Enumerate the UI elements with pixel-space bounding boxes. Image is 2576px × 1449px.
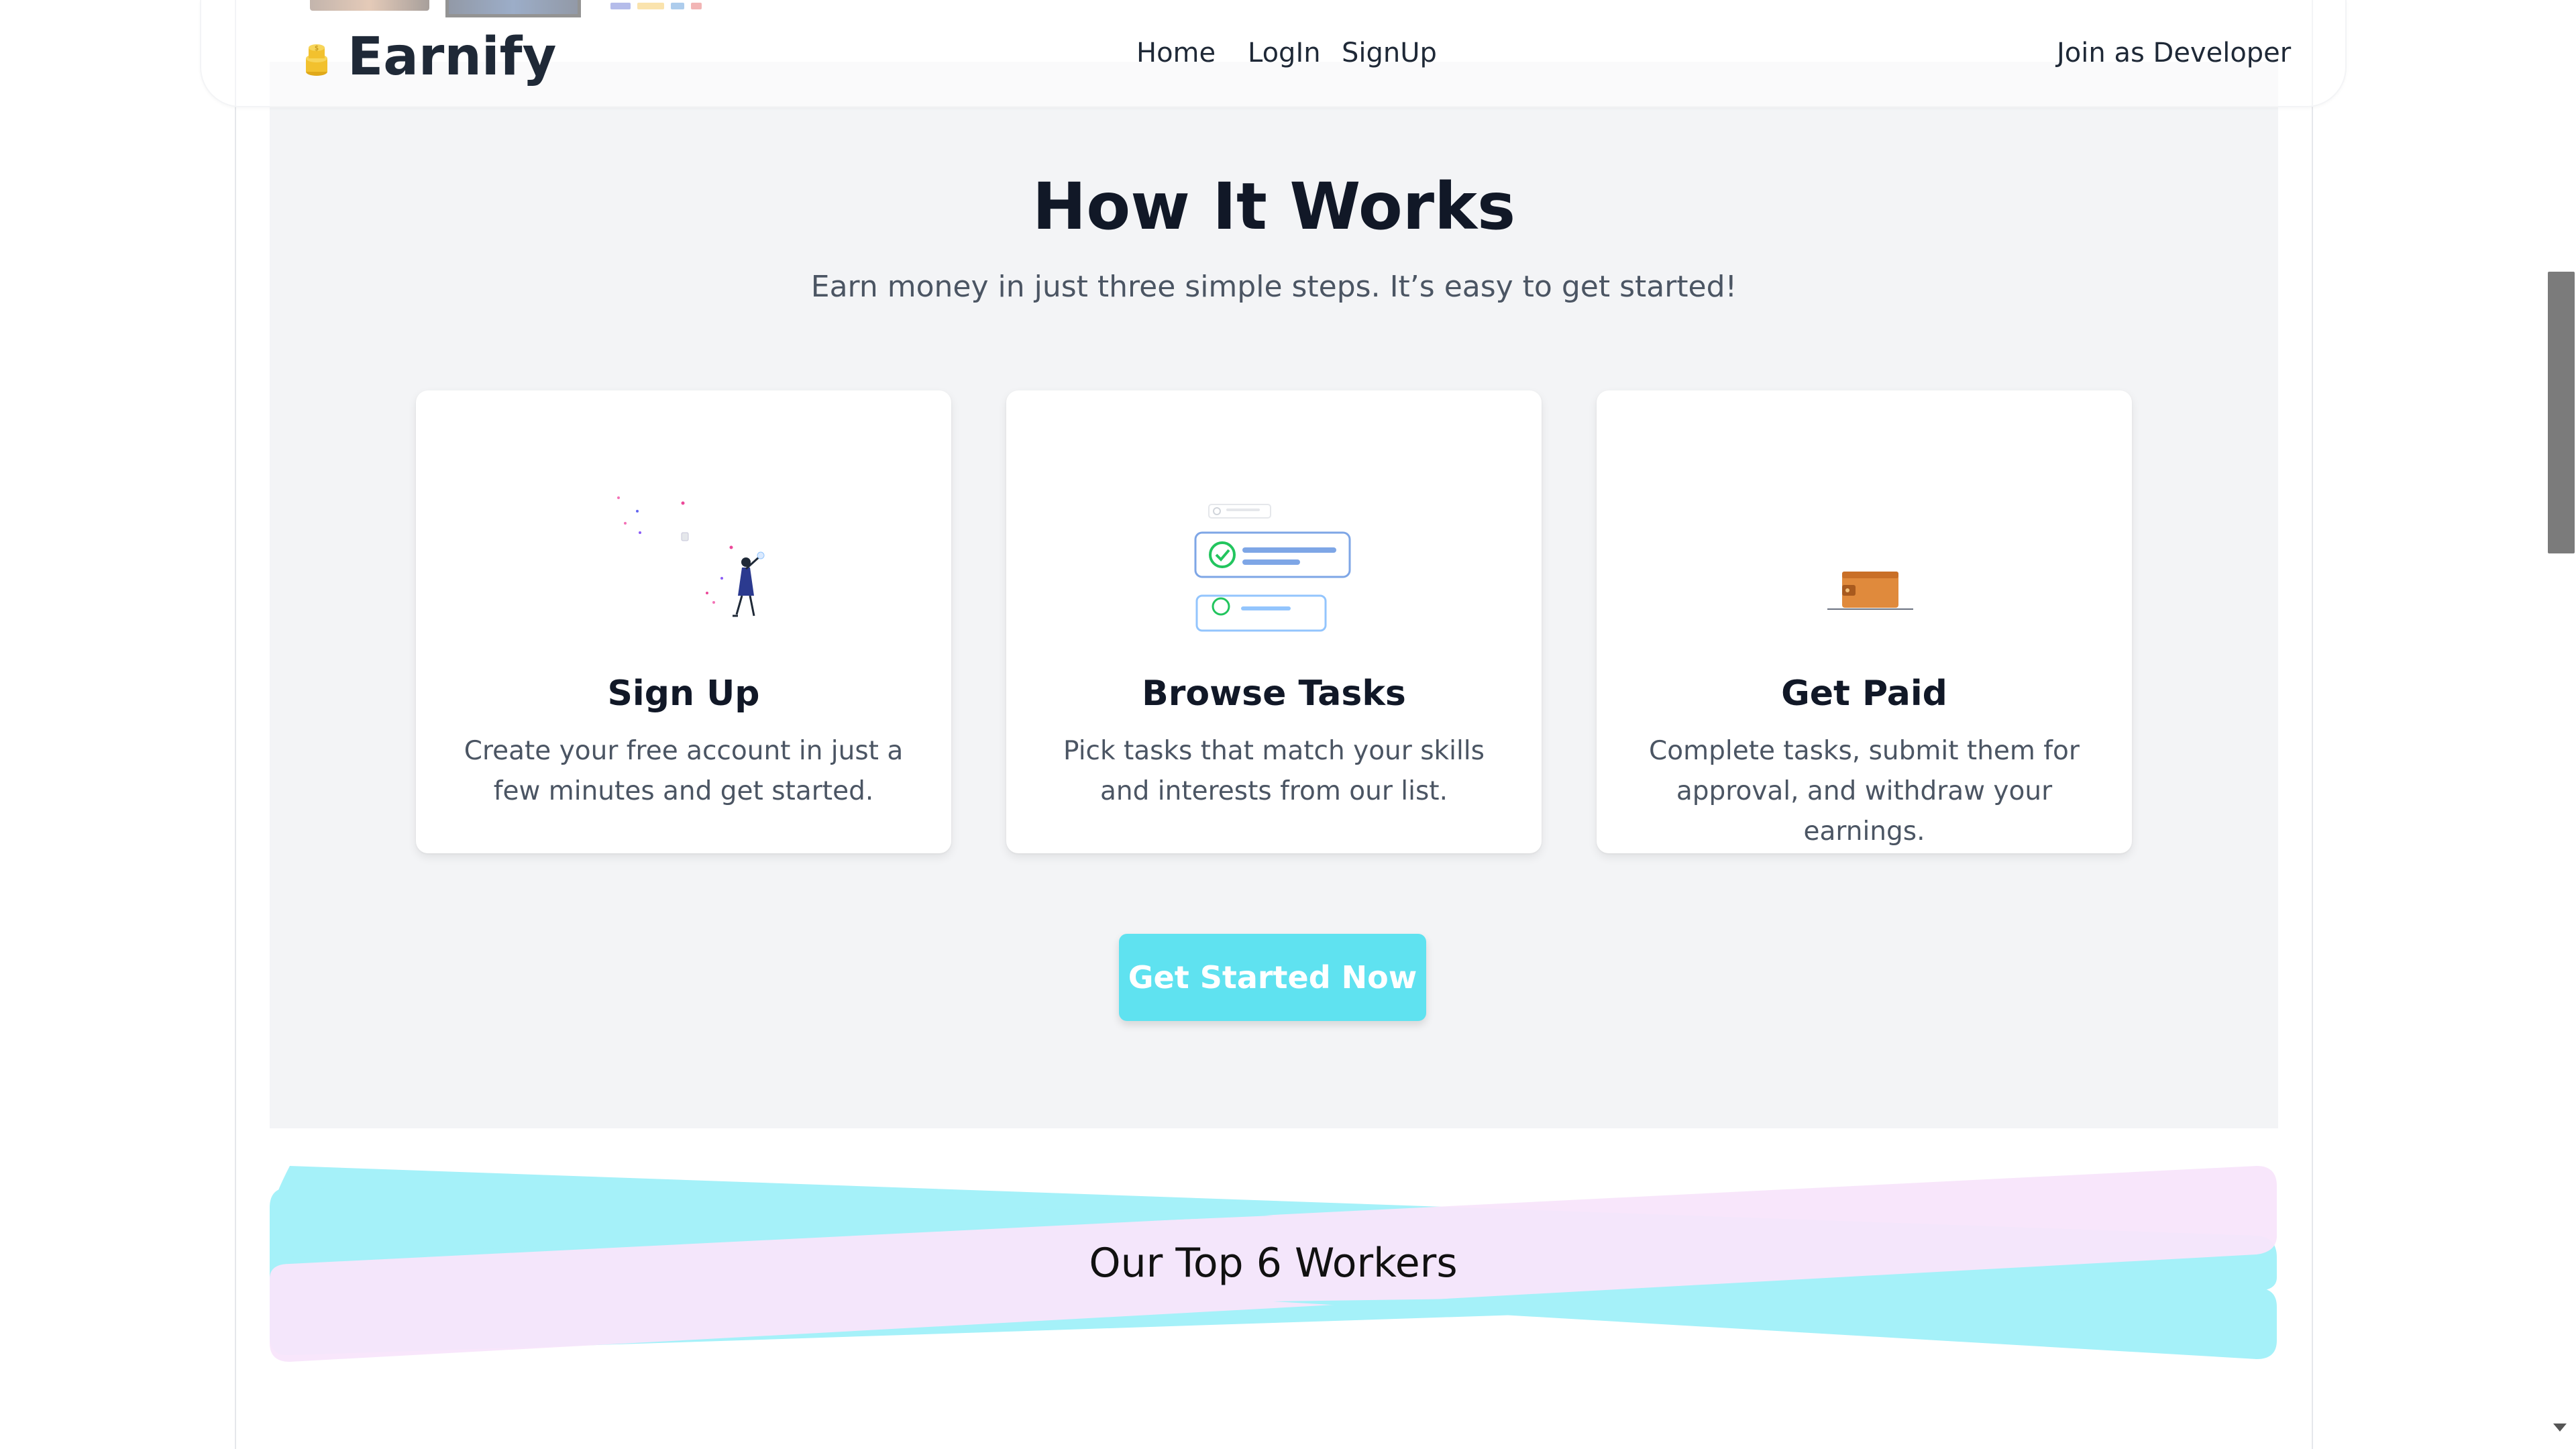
step-card-browse-tasks: Browse Tasks Pick tasks that match your … bbox=[1006, 390, 1542, 853]
step-title: Sign Up bbox=[607, 674, 760, 714]
brand-logo[interactable]: $ Earnify bbox=[301, 27, 556, 87]
join-as-developer-link[interactable]: Join as Developer bbox=[2057, 38, 2291, 68]
checklist-illustration bbox=[1194, 504, 1351, 632]
step-description: Create your free account in just a few m… bbox=[464, 736, 904, 806]
step-card-get-paid: Get Paid Complete tasks, submit them for… bbox=[1597, 390, 2132, 853]
page-frame-right bbox=[2312, 0, 2313, 1449]
navbar: $ Earnify Home LogIn SignUp Join as Deve… bbox=[200, 0, 2347, 107]
scroll-down-arrow-icon[interactable] bbox=[2553, 1424, 2567, 1432]
wallet-illustration bbox=[1827, 572, 1913, 610]
scrollbar-track[interactable] bbox=[2546, 0, 2576, 1449]
coin-stack-icon: $ bbox=[306, 44, 327, 76]
woman-celebrating-illustration bbox=[617, 496, 765, 617]
step-title: Get Paid bbox=[1781, 674, 1947, 714]
svg-text:$: $ bbox=[315, 45, 319, 52]
section-subtitle: Earn money in just three simple steps. I… bbox=[810, 270, 1737, 304]
step-title: Browse Tasks bbox=[1142, 674, 1406, 714]
scrollbar-thumb[interactable] bbox=[2548, 272, 2575, 553]
top-workers-title: Our Top 6 Workers bbox=[1089, 1240, 1458, 1287]
step-card-sign-up: Sign Up Create your free account in just… bbox=[416, 390, 951, 853]
section-title: How It Works bbox=[1032, 169, 1516, 244]
top-workers-banner: Our Top 6 Workers bbox=[270, 1161, 2277, 1362]
step-description: Complete tasks, submit them for approval… bbox=[1649, 736, 2080, 847]
page-frame-left bbox=[235, 0, 236, 1449]
step-description: Pick tasks that match your skills and in… bbox=[1063, 736, 1485, 806]
brand-name: Earnify bbox=[347, 27, 557, 87]
nav-link-login[interactable]: LogIn bbox=[1248, 38, 1321, 68]
how-it-works-section: How It Works Earn money in just three si… bbox=[270, 62, 2278, 1128]
nav-link-signup[interactable]: SignUp bbox=[1342, 38, 1437, 68]
get-started-button[interactable]: Get Started Now bbox=[1119, 934, 1426, 1021]
nav-link-home[interactable]: Home bbox=[1136, 38, 1216, 68]
